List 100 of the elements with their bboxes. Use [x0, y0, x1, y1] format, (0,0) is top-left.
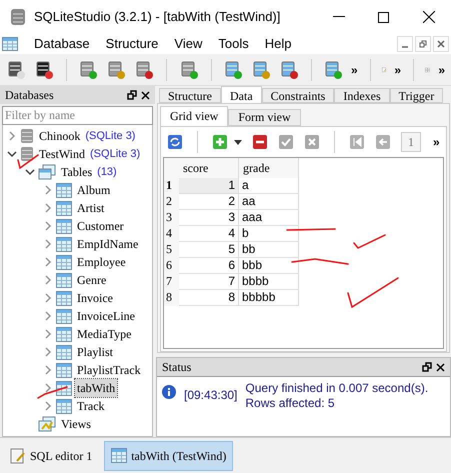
row-number[interactable]: 7	[164, 274, 179, 290]
delete-row-button[interactable]	[252, 134, 268, 150]
tab[interactable]: Grid view	[160, 106, 228, 126]
rollback-button[interactable]	[304, 134, 320, 150]
column-header[interactable]: grade	[239, 158, 299, 178]
table-cell[interactable]: b	[239, 226, 299, 242]
chevron-right-icon[interactable]	[43, 203, 53, 213]
table-cell[interactable]: aaa	[239, 210, 299, 226]
table-add-icon[interactable]	[222, 60, 243, 80]
toolbar-overflow[interactable]: »	[394, 60, 402, 78]
table-cell[interactable]: bbbbb	[239, 290, 299, 306]
tree-item[interactable]: Employee	[75, 253, 128, 271]
tree-item[interactable]: Invoice	[75, 289, 115, 307]
tree-item[interactable]: Customer	[75, 217, 126, 235]
chevron-down-icon[interactable]	[7, 149, 17, 159]
chevron-right-icon[interactable]	[43, 347, 53, 357]
tab[interactable]: Indexes	[334, 88, 390, 103]
database-edit-icon[interactable]	[106, 60, 126, 80]
database-remove-icon[interactable]	[134, 60, 154, 80]
tree-item[interactable]: MediaType	[75, 325, 134, 343]
close-icon[interactable]	[141, 90, 150, 100]
page-field[interactable]: 1	[401, 132, 421, 152]
plug-icon[interactable]	[6, 60, 26, 80]
row-number[interactable]: 1	[164, 178, 179, 194]
tab[interactable]: Form view	[228, 109, 301, 126]
tree-item[interactable]: Chinook	[37, 127, 82, 145]
taskbar-item[interactable]: tabWith (TestWind)	[104, 440, 234, 470]
row-number[interactable]: 5	[164, 242, 179, 258]
tab[interactable]: Trigger	[390, 88, 444, 103]
tree-item[interactable]: Genre	[75, 271, 108, 289]
add-row-button[interactable]	[212, 134, 228, 150]
menu-item[interactable]: Database	[26, 34, 98, 54]
tree-item[interactable]: PlaylistTrack	[75, 361, 143, 379]
chevron-right-icon[interactable]	[43, 275, 53, 285]
first-page-button[interactable]	[349, 134, 365, 150]
table-cell[interactable]: 4	[179, 226, 239, 242]
menu-item[interactable]: Structure	[98, 34, 166, 54]
table-cell[interactable]: 6	[179, 258, 239, 274]
tree-item[interactable]: tabWith	[75, 379, 118, 397]
table-cell[interactable]: 1	[179, 178, 239, 194]
tree-item[interactable]: Album	[75, 181, 112, 199]
index-add-icon[interactable]	[323, 60, 343, 80]
chevron-right-icon[interactable]	[43, 185, 53, 195]
tree-item[interactable]: Views	[59, 415, 93, 433]
table-cell[interactable]: aa	[239, 194, 299, 210]
table-cell[interactable]: 3	[179, 210, 239, 226]
tree-item[interactable]: EmpIdName	[75, 235, 140, 253]
tree-item[interactable]: Playlist	[75, 343, 116, 361]
chevron-right-icon[interactable]	[43, 383, 53, 393]
tree-item[interactable]: Tables	[59, 163, 94, 181]
dropdown-icon[interactable]	[234, 140, 242, 144]
table-remove-icon[interactable]	[278, 60, 299, 80]
chevron-right-icon[interactable]	[43, 365, 53, 375]
taskbar-item[interactable]: SQL editor 1	[4, 440, 98, 470]
tab[interactable]: Structure	[159, 88, 221, 103]
menu-item[interactable]: Tools	[210, 34, 257, 54]
table-cell[interactable]: 8	[179, 290, 239, 306]
chevron-right-icon[interactable]	[43, 401, 53, 411]
table-cell[interactable]: 5	[179, 242, 239, 258]
table-cell[interactable]: bbb	[239, 258, 299, 274]
chevron-right-icon[interactable]	[43, 311, 53, 321]
chevron-right-icon[interactable]	[43, 293, 53, 303]
table-cell[interactable]: bb	[239, 242, 299, 258]
toolbar-overflow[interactable]: »	[433, 133, 440, 151]
commit-button[interactable]	[278, 134, 294, 150]
chevron-right-icon[interactable]	[7, 131, 17, 141]
tab[interactable]: Data	[221, 86, 262, 103]
tree-item[interactable]: TestWind	[37, 145, 88, 163]
unplug-icon[interactable]	[34, 60, 54, 80]
tab[interactable]: Constraints	[262, 88, 334, 103]
row-number[interactable]: 6	[164, 258, 179, 274]
restore-icon[interactable]	[127, 90, 137, 100]
restore-icon[interactable]	[422, 362, 432, 372]
table-cell[interactable]: bbbb	[239, 274, 299, 290]
tree-item[interactable]: Artist	[75, 199, 106, 217]
table-cell[interactable]: a	[239, 178, 299, 194]
toolbar-overflow[interactable]: »	[351, 60, 358, 78]
table-cell[interactable]: 7	[179, 274, 239, 290]
row-number[interactable]: 2	[164, 194, 179, 210]
chevron-down-icon[interactable]	[25, 167, 35, 177]
previous-page-button[interactable]	[375, 134, 391, 150]
menu-item[interactable]: View	[166, 34, 210, 54]
table-cell[interactable]: 2	[179, 194, 239, 210]
chevron-right-icon[interactable]	[43, 221, 53, 231]
database-refresh-icon[interactable]	[178, 60, 198, 80]
column-header[interactable]: score	[179, 158, 239, 178]
chevron-right-icon[interactable]	[43, 257, 53, 267]
chevron-right-icon[interactable]	[43, 239, 53, 249]
table-edit-icon[interactable]	[250, 60, 271, 80]
filter-field[interactable]: Filter by name	[2, 106, 153, 125]
tree-item[interactable]: Track	[75, 397, 107, 415]
row-number[interactable]: 4	[164, 226, 179, 242]
row-number[interactable]: 3	[164, 210, 179, 226]
restore-button[interactable]	[415, 36, 431, 52]
refresh-button[interactable]	[167, 134, 183, 150]
toolbar-overflow[interactable]: »	[438, 60, 445, 78]
close-icon[interactable]	[436, 362, 445, 372]
database-add-icon[interactable]	[78, 60, 98, 80]
tree-item[interactable]: InvoiceLine	[75, 307, 137, 325]
row-number[interactable]: 8	[164, 290, 179, 306]
